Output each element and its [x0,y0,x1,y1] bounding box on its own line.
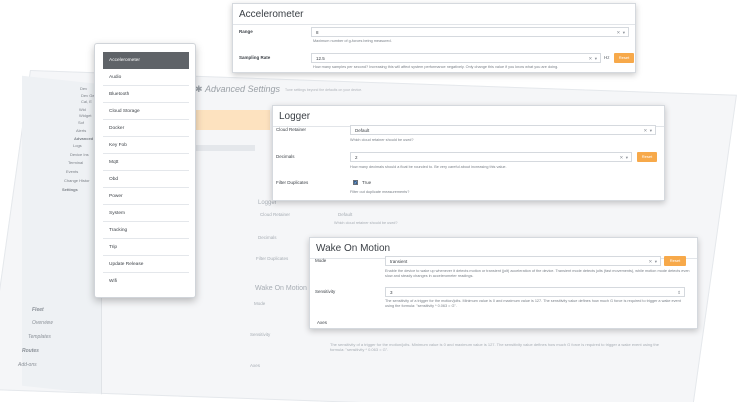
menu-item-trip[interactable]: Trip [103,239,189,256]
cloud-retainer-label: Cloud Retainer [276,127,307,132]
menu-item-bluetooth[interactable]: Bluetooth [103,86,189,103]
mode-hint: Enable the device to wake up whenever it… [385,269,690,278]
chevron-down-icon: ✕ ▾ [648,259,657,264]
menu-item-key-fob[interactable]: Key Fob [103,137,189,154]
bg-sidebar-item: Settings [62,187,78,192]
bg-axes-label: Axes [250,363,261,368]
bg-decimals-label: Decimals [258,235,277,240]
bg-sidebar-item: Cal, E [81,99,92,104]
menu-item-accelerometer[interactable]: Accelerometer [103,52,189,69]
settings-category-menu: Accelerometer Audio Bluetooth Cloud Stor… [94,43,196,298]
menu-item-system[interactable]: System [103,205,189,222]
mode-label: Mode [315,258,327,263]
card-title: Logger [273,106,664,127]
range-value: 8 [316,30,319,35]
bg-mode-label: Mode [254,301,266,306]
sensitivity-hint: The sensitivity of a trigger for the mot… [385,299,681,308]
bg-sensitivity-hint: The sensitivity of a trigger for the mot… [330,342,659,352]
bg-sidebar-item: Advanced [74,136,94,141]
bg-page-title: Advanced Settings [205,84,281,94]
menu-item-docker[interactable]: Docker [103,120,189,137]
bg-sidebar-item: Device Ins [70,152,89,157]
bg-sidebar-item: Terminal [68,160,84,165]
bg-bottom-item: Routes [22,348,39,354]
bg-sidebar-item: Sof [78,120,85,125]
menu-item-power[interactable]: Power [103,188,189,205]
accelerometer-card: Accelerometer Range 8 ✕ ▾ Maximum number… [232,3,636,73]
range-select[interactable]: 8 ✕ ▾ [311,27,629,37]
range-label: Range [239,29,253,34]
decimals-hint: How many decimals should a float be roun… [350,165,507,169]
bg-cloud-retainer-value: Default [338,212,353,217]
chevron-down-icon: ✕ ▾ [588,56,597,61]
gear-icon: ✱ [195,84,203,94]
cloud-retainer-hint: Which cloud retainer should be used? [350,138,414,142]
bg-cloud-retainer-label: Cloud Retainer [260,212,291,217]
bg-bottom-item: Templates [28,334,51,340]
decimals-label: Decimals [276,154,295,159]
menu-item-cloud-storage[interactable]: Cloud Storage [103,103,189,120]
filter-hint: Filter out duplicate measurements? [350,190,410,194]
bg-highlight-box [190,110,270,130]
wake-on-motion-card: Wake On Motion Mode transient ✕ ▾ Reset … [309,237,698,329]
bg-page-subtitle: Tune settings beyond the defaults on you… [285,88,363,92]
bg-bottom-item: Add-ons [18,362,37,368]
cloud-retainer-select[interactable]: Default ✕ ▾ [350,125,656,135]
bg-cloud-retainer-hint: Which cloud retainer should be used? [334,221,398,225]
filter-checkbox[interactable]: ✓ [353,180,358,185]
cloud-retainer-value: Default [355,128,370,133]
bg-filter-label: Filter Duplicates [256,256,289,261]
chevron-down-icon: ✕ ▾ [643,128,652,133]
menu-item-obd[interactable]: Obd [103,171,189,188]
menu-item-mqtt[interactable]: Mqtt [103,154,189,171]
bg-sidebar-item: Dev [80,86,88,91]
reset-button[interactable]: Reset [614,53,634,63]
decimals-value: 2 [355,155,358,160]
bg-wake-label: Wake On Motion [255,285,307,292]
bg-sensitivity-label: Sensitivity [250,332,271,337]
rate-value: 12.5 [316,56,325,61]
menu-item-update-release[interactable]: Update Release [103,256,189,273]
bg-sidebar-item: Events [66,169,79,174]
sensitivity-label: Sensitivity [315,289,336,294]
rate-label: Sampling Rate [239,55,271,60]
chevron-down-icon: ✕ ▾ [619,155,628,160]
filter-label: Filter Duplicates [276,180,309,185]
chevron-down-icon: ✕ ▾ [616,30,625,35]
bg-sidebar-item: Wid [79,107,86,112]
bg-sidebar-item: Change Histor [64,178,90,183]
filter-value: True [362,180,372,185]
decimals-select[interactable]: 2 ✕ ▾ [350,152,632,162]
bg-sidebar-item: Alerts [76,128,87,133]
rate-unit: Hz [604,55,610,60]
bg-bottom-item: Overview [32,320,53,326]
sensitivity-input[interactable]: 3 ⇕ [385,287,685,297]
menu-item-audio[interactable]: Audio [103,69,189,86]
reset-button[interactable]: Reset [637,152,657,162]
mode-value: transient [390,259,408,264]
axes-label: Axes [317,320,328,325]
bg-bottom-item: Fleet [32,307,44,313]
range-hint: Maximum number of g-forces being measure… [313,39,392,43]
logger-card: Logger Cloud Retainer Default ✕ ▾ Which … [272,105,665,201]
menu-item-tracking[interactable]: Tracking [103,222,189,239]
bg-sidebar-item: Logs [73,143,82,148]
bg-sidebar-item: Widget [79,113,92,118]
mode-select[interactable]: transient ✕ ▾ [385,256,661,266]
background-sidebar [22,75,102,395]
card-title: Accelerometer [233,4,635,25]
rate-hint: How many samples per second? Increasing … [313,65,559,69]
rate-select[interactable]: 12.5 ✕ ▾ [311,53,601,63]
stepper-icon: ⇕ [677,290,681,295]
sensitivity-value: 3 [390,290,393,295]
bg-row [195,145,255,151]
menu-item-wifi[interactable]: Wifi [103,273,189,290]
reset-button[interactable]: Reset [664,256,686,266]
